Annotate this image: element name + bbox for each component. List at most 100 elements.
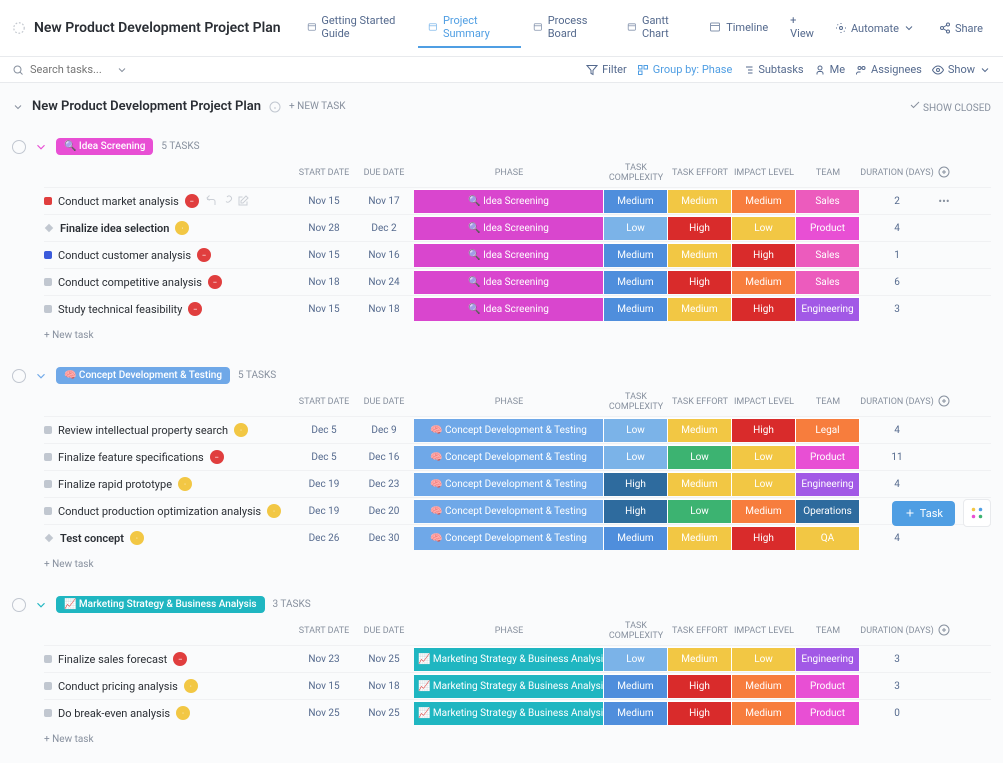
- status-bullet[interactable]: [44, 305, 52, 313]
- task-row[interactable]: Conduct competitive analysis−Nov 18Nov 2…: [44, 268, 991, 295]
- search-input[interactable]: [12, 63, 132, 76]
- effort-cell[interactable]: Medium: [668, 647, 732, 671]
- complexity-cell[interactable]: Medium: [604, 526, 668, 550]
- add-column-button[interactable]: [934, 624, 954, 639]
- add-view-button[interactable]: + View: [780, 8, 827, 48]
- column-header[interactable]: IMPACT LEVEL: [732, 626, 796, 636]
- show-button[interactable]: Show: [932, 63, 991, 76]
- team-cell[interactable]: Engineering: [796, 297, 860, 321]
- column-header[interactable]: DURATION (DAYS): [860, 168, 934, 178]
- team-cell[interactable]: Legal: [796, 418, 860, 442]
- start-date[interactable]: Nov 18: [294, 277, 354, 288]
- collapse-icon[interactable]: [12, 101, 24, 113]
- phase-cell[interactable]: 🔍 Idea Screening: [414, 189, 604, 213]
- status-bullet[interactable]: [44, 197, 52, 205]
- impact-cell[interactable]: High: [732, 526, 796, 550]
- duration-cell[interactable]: 0: [860, 708, 934, 719]
- me-button[interactable]: Me: [814, 63, 845, 76]
- effort-cell[interactable]: Medium: [668, 189, 732, 213]
- status-bullet[interactable]: [44, 453, 52, 461]
- due-date[interactable]: Nov 25: [354, 708, 414, 719]
- start-date[interactable]: Nov 15: [294, 250, 354, 261]
- column-header[interactable]: START DATE: [294, 168, 354, 178]
- add-column-button[interactable]: [934, 166, 954, 181]
- column-header[interactable]: TASK COMPLEXITY: [604, 392, 668, 412]
- filter-button[interactable]: Filter: [586, 63, 627, 76]
- priority-icon[interactable]: ·: [175, 221, 189, 235]
- task-row[interactable]: Do break-even analysis·Nov 25Nov 25📈 Mar…: [44, 699, 991, 726]
- priority-icon[interactable]: ·: [184, 679, 198, 693]
- column-header[interactable]: TASK EFFORT: [668, 168, 732, 178]
- column-header[interactable]: DUE DATE: [354, 626, 414, 636]
- phase-cell[interactable]: 🧠 Concept Development & Testing: [414, 418, 604, 442]
- assignees-button[interactable]: Assignees: [855, 63, 922, 76]
- edit-icon[interactable]: [237, 195, 249, 207]
- column-header[interactable]: PHASE: [414, 626, 604, 636]
- phase-cell[interactable]: 🔍 Idea Screening: [414, 243, 604, 267]
- tab-process-board[interactable]: Process Board: [523, 8, 615, 48]
- impact-cell[interactable]: Low: [732, 472, 796, 496]
- phase-cell[interactable]: 🧠 Concept Development & Testing: [414, 445, 604, 469]
- column-header[interactable]: TASK EFFORT: [668, 626, 732, 636]
- effort-cell[interactable]: Low: [668, 499, 732, 523]
- duration-cell[interactable]: 4: [860, 533, 934, 544]
- column-header[interactable]: DUE DATE: [354, 397, 414, 407]
- phase-cell[interactable]: 🧠 Concept Development & Testing: [414, 499, 604, 523]
- priority-icon[interactable]: ·: [178, 477, 192, 491]
- column-header[interactable]: PHASE: [414, 397, 604, 407]
- phase-cell[interactable]: 🔍 Idea Screening: [414, 216, 604, 240]
- new-task-row[interactable]: + New task: [44, 726, 991, 753]
- subtasks-button[interactable]: Subtasks: [742, 63, 803, 76]
- duration-cell[interactable]: 2: [860, 196, 934, 207]
- impact-cell[interactable]: Low: [732, 647, 796, 671]
- start-date[interactable]: Dec 5: [294, 452, 354, 463]
- start-date[interactable]: Dec 19: [294, 479, 354, 490]
- phase-cell[interactable]: 🔍 Idea Screening: [414, 297, 604, 321]
- task-row[interactable]: Study technical feasibility−Nov 15Nov 18…: [44, 295, 991, 322]
- start-date[interactable]: Dec 26: [294, 533, 354, 544]
- select-all-circle[interactable]: [12, 598, 26, 612]
- due-date[interactable]: Nov 25: [354, 654, 414, 665]
- complexity-cell[interactable]: Medium: [604, 270, 668, 294]
- team-cell[interactable]: Product: [796, 445, 860, 469]
- start-date[interactable]: Dec 5: [294, 425, 354, 436]
- due-date[interactable]: Dec 20: [354, 506, 414, 517]
- impact-cell[interactable]: Low: [732, 445, 796, 469]
- new-task-fab[interactable]: Task: [892, 501, 955, 526]
- effort-cell[interactable]: Low: [668, 445, 732, 469]
- status-bullet[interactable]: [44, 480, 52, 488]
- team-cell[interactable]: Engineering: [796, 647, 860, 671]
- effort-cell[interactable]: High: [668, 270, 732, 294]
- duration-cell[interactable]: 3: [860, 304, 934, 315]
- complexity-cell[interactable]: Medium: [604, 243, 668, 267]
- group-badge[interactable]: 🧠 Concept Development & Testing: [56, 367, 230, 384]
- duration-cell[interactable]: 4: [860, 223, 934, 234]
- group-badge[interactable]: 🔍 Idea Screening: [56, 138, 153, 155]
- duration-cell[interactable]: 3: [860, 681, 934, 692]
- team-cell[interactable]: Product: [796, 701, 860, 725]
- column-header[interactable]: DUE DATE: [354, 168, 414, 178]
- column-header[interactable]: TASK COMPLEXITY: [604, 163, 668, 183]
- phase-cell[interactable]: 🔍 Idea Screening: [414, 270, 604, 294]
- due-date[interactable]: Dec 9: [354, 425, 414, 436]
- column-header[interactable]: TASK EFFORT: [668, 397, 732, 407]
- task-row[interactable]: Test concept·Dec 26Dec 30🧠 Concept Devel…: [44, 524, 991, 551]
- task-row[interactable]: Conduct customer analysis−Nov 15Nov 16🔍 …: [44, 241, 991, 268]
- start-date[interactable]: Dec 19: [294, 506, 354, 517]
- effort-cell[interactable]: Medium: [668, 526, 732, 550]
- effort-cell[interactable]: Medium: [668, 418, 732, 442]
- task-row[interactable]: Finalize sales forecast−Nov 23Nov 25📈 Ma…: [44, 645, 991, 672]
- priority-icon[interactable]: ·: [234, 423, 248, 437]
- impact-cell[interactable]: Medium: [732, 189, 796, 213]
- add-column-button[interactable]: [934, 395, 954, 410]
- team-cell[interactable]: Sales: [796, 189, 860, 213]
- complexity-cell[interactable]: Medium: [604, 297, 668, 321]
- task-row[interactable]: Conduct pricing analysis·Nov 15Nov 18📈 M…: [44, 672, 991, 699]
- status-bullet[interactable]: [44, 682, 52, 690]
- status-bullet[interactable]: [44, 709, 52, 717]
- duration-cell[interactable]: 4: [860, 425, 934, 436]
- phase-cell[interactable]: 📈 Marketing Strategy & Business Analysis: [414, 674, 604, 698]
- impact-cell[interactable]: Medium: [732, 674, 796, 698]
- due-date[interactable]: Nov 18: [354, 304, 414, 315]
- column-header[interactable]: TEAM: [796, 168, 860, 178]
